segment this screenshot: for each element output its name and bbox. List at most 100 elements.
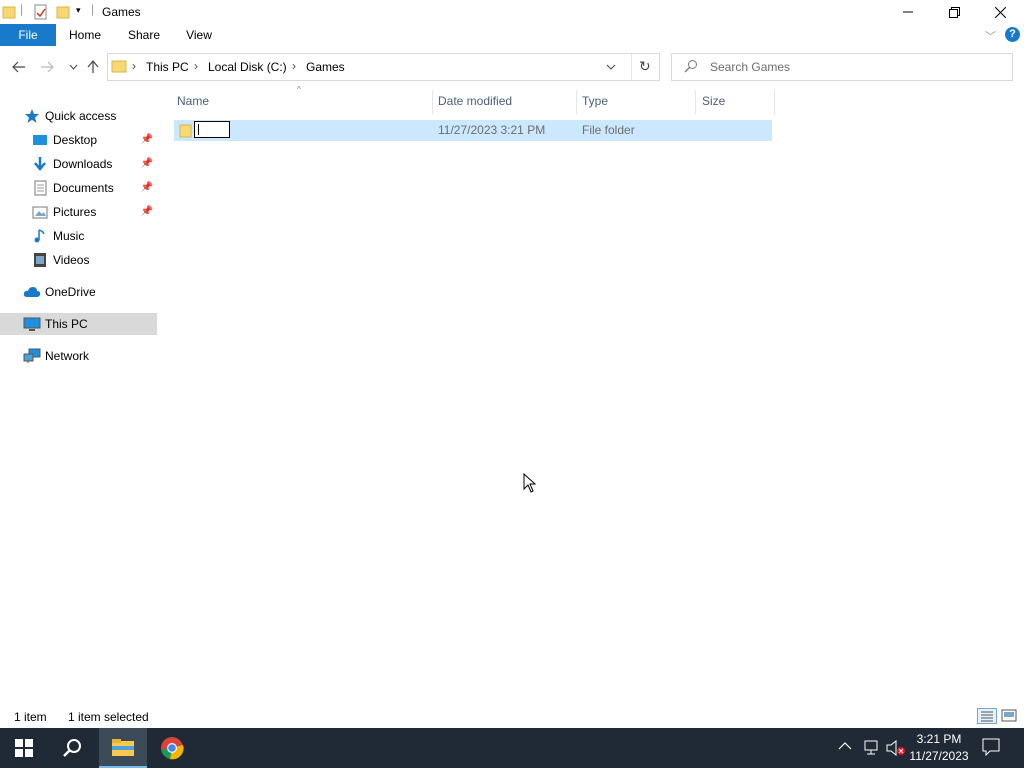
- chrome-icon: [161, 737, 184, 760]
- breadcrumb-this-pc[interactable]: This PC: [146, 60, 189, 74]
- address-bar[interactable]: › This PC › Local Disk (C:) › Games ↻: [107, 53, 660, 81]
- music-icon: [32, 228, 48, 244]
- column-header-type[interactable]: Type: [582, 94, 608, 108]
- pin-icon[interactable]: 📌: [141, 206, 153, 217]
- chevron-right-icon[interactable]: ›: [132, 59, 136, 73]
- divider: [631, 54, 632, 80]
- row-date: 11/27/2023 3:21 PM: [438, 123, 546, 137]
- desktop-icon: [32, 132, 48, 148]
- back-button[interactable]: [10, 58, 28, 76]
- nav-label: OneDrive: [45, 285, 96, 299]
- pin-icon[interactable]: 📌: [141, 134, 153, 145]
- column-header-size[interactable]: Size: [702, 94, 725, 108]
- separator-icon: |: [20, 2, 24, 16]
- refresh-icon[interactable]: ↻: [639, 58, 651, 75]
- file-list: ^ Name Date modified Type Size 11/27/202…: [157, 85, 1024, 702]
- address-dropdown-icon[interactable]: [606, 60, 616, 74]
- rename-input[interactable]: [194, 121, 230, 138]
- notifications-icon[interactable]: [982, 738, 1000, 759]
- nav-music[interactable]: Music: [0, 225, 157, 247]
- pictures-icon: [32, 204, 48, 220]
- nav-label: Downloads: [53, 157, 113, 171]
- up-button[interactable]: [84, 58, 102, 76]
- ribbon: File Home Share View ﹀ ?: [0, 24, 1024, 46]
- sort-ascending-icon: ^: [297, 85, 301, 94]
- mouse-pointer-icon: [523, 472, 537, 496]
- navigation-pane: Quick access Desktop 📌 Downloads 📌 Docum…: [0, 88, 157, 702]
- status-item-count: 1 item: [14, 710, 47, 724]
- status-bar: 1 item 1 item selected: [0, 702, 1024, 728]
- properties-icon[interactable]: [33, 4, 49, 23]
- restore-button[interactable]: [931, 0, 977, 24]
- nav-quick-access[interactable]: Quick access: [0, 105, 157, 127]
- forward-button[interactable]: [38, 58, 56, 76]
- folder-icon: [111, 58, 127, 77]
- tab-home[interactable]: Home: [62, 24, 108, 46]
- search-button[interactable]: [48, 728, 96, 768]
- videos-icon: [32, 252, 48, 268]
- column-divider[interactable]: [576, 90, 577, 114]
- star-icon: [24, 108, 40, 124]
- clock-date[interactable]: 11/27/2023: [900, 749, 978, 763]
- separator-icon: |: [91, 2, 95, 16]
- column-header-date[interactable]: Date modified: [438, 94, 512, 108]
- breadcrumb-local-disk[interactable]: Local Disk (C:): [208, 60, 287, 74]
- column-divider[interactable]: [695, 90, 696, 114]
- details-view-icon[interactable]: [977, 708, 997, 724]
- tab-file[interactable]: File: [0, 24, 56, 46]
- tab-view[interactable]: View: [180, 24, 218, 46]
- download-icon: [32, 156, 48, 172]
- search-icon: [684, 59, 698, 76]
- pin-icon[interactable]: 📌: [141, 158, 153, 169]
- nav-label: This PC: [45, 317, 88, 331]
- nav-videos[interactable]: Videos: [0, 249, 157, 271]
- show-hidden-icons-icon[interactable]: [838, 740, 852, 754]
- search-placeholder: Search Games: [710, 60, 791, 74]
- nav-documents[interactable]: Documents 📌: [0, 177, 157, 199]
- chrome-taskbar-button[interactable]: [148, 728, 196, 768]
- row-type: File folder: [582, 123, 635, 137]
- computer-icon: [23, 316, 41, 332]
- title-bar: | ▾ | Games: [0, 0, 1024, 24]
- customize-quick-access-icon[interactable]: ▾: [76, 5, 81, 16]
- documents-icon: [32, 180, 48, 196]
- nav-desktop[interactable]: Desktop 📌: [0, 129, 157, 151]
- breadcrumb-games[interactable]: Games: [306, 60, 345, 74]
- network-status-icon[interactable]: [862, 740, 880, 759]
- clock-time[interactable]: 3:21 PM: [900, 732, 978, 746]
- nav-label: Pictures: [53, 205, 97, 219]
- window-title: Games: [102, 5, 141, 19]
- new-folder-icon[interactable]: [56, 4, 70, 23]
- chevron-right-icon[interactable]: ›: [292, 59, 296, 73]
- search-box[interactable]: Search Games: [671, 53, 1013, 81]
- nav-label: Network: [45, 349, 90, 363]
- navigation-bar: › This PC › Local Disk (C:) › Games ↻ Se…: [0, 46, 1024, 88]
- minimize-button[interactable]: [885, 0, 931, 24]
- recent-locations-button[interactable]: [64, 58, 82, 76]
- nav-this-pc[interactable]: This PC: [0, 313, 157, 335]
- folder-icon: [179, 123, 193, 141]
- folder-icon: [2, 4, 16, 23]
- column-header-name[interactable]: Name: [177, 94, 209, 108]
- table-row[interactable]: 11/27/2023 3:21 PM File folder: [174, 120, 772, 141]
- nav-network[interactable]: Network: [0, 345, 157, 367]
- nav-onedrive[interactable]: OneDrive: [0, 281, 157, 303]
- nav-label: Videos: [53, 253, 90, 267]
- column-divider[interactable]: [432, 90, 433, 114]
- large-icons-view-icon[interactable]: [1001, 708, 1017, 727]
- tab-share[interactable]: Share: [122, 24, 166, 46]
- text-cursor: [198, 124, 199, 135]
- start-button[interactable]: [0, 728, 48, 768]
- close-button[interactable]: [977, 0, 1023, 24]
- pin-icon[interactable]: 📌: [141, 182, 153, 193]
- help-icon[interactable]: ?: [1005, 27, 1020, 42]
- chevron-right-icon[interactable]: ›: [194, 59, 198, 73]
- taskbar: 3:21 PM 11/27/2023: [0, 728, 1024, 768]
- nav-label: Documents: [53, 181, 114, 195]
- nav-pictures[interactable]: Pictures 📌: [0, 201, 157, 223]
- nav-downloads[interactable]: Downloads 📌: [0, 153, 157, 175]
- column-divider[interactable]: [774, 90, 775, 114]
- expand-ribbon-icon[interactable]: ﹀: [985, 28, 996, 44]
- nav-label: Music: [53, 229, 85, 243]
- file-explorer-taskbar-button[interactable]: [99, 728, 147, 768]
